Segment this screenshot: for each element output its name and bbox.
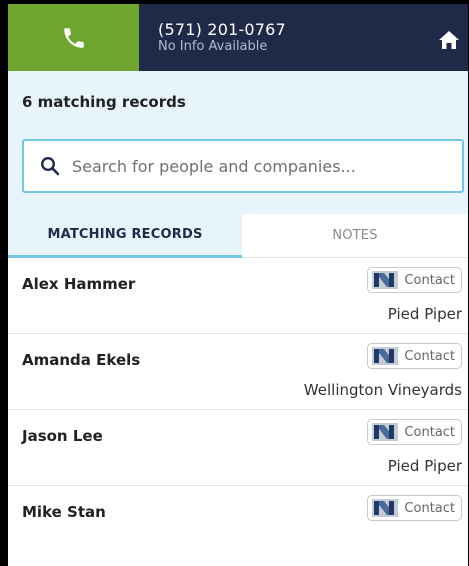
search-section: 6 matching records — [8, 71, 468, 214]
record-row[interactable]: Alex Hammer Contact Pied Piper — [8, 258, 468, 334]
phone-icon — [63, 27, 84, 48]
tab-notes[interactable]: NOTES — [242, 214, 468, 258]
nutshell-logo-icon — [372, 499, 399, 517]
record-name: Alex Hammer — [22, 275, 136, 293]
nutshell-logo-icon — [372, 423, 399, 441]
record-row[interactable]: Jason Lee Contact Pied Piper — [8, 410, 468, 486]
caller-info: No Info Available — [158, 39, 268, 54]
nutshell-logo-icon — [372, 347, 399, 365]
caller-number: (571) 201-0767 — [158, 20, 286, 39]
record-company: Pied Piper — [387, 305, 462, 323]
contact-badge-label: Contact — [404, 500, 455, 516]
contact-badge[interactable]: Contact — [367, 267, 462, 293]
contact-badge[interactable]: Contact — [367, 419, 462, 445]
header-bar: (571) 201-0767 No Info Available — [8, 4, 468, 71]
home-icon[interactable] — [438, 30, 460, 50]
contact-badge-label: Contact — [404, 348, 455, 364]
contact-badge[interactable]: Contact — [367, 343, 462, 369]
record-name: Mike Stan — [22, 503, 106, 521]
record-name: Jason Lee — [22, 427, 103, 445]
record-name: Amanda Ekels — [22, 351, 141, 369]
search-icon — [40, 156, 60, 176]
caller-details: (571) 201-0767 No Info Available — [158, 20, 286, 55]
contact-badge-label: Contact — [404, 424, 455, 440]
search-input[interactable] — [72, 141, 462, 191]
contact-badge[interactable]: Contact — [367, 495, 462, 521]
nutshell-logo-icon — [372, 271, 399, 289]
caller-panel: (571) 201-0767 No Info Available 6 match… — [8, 4, 468, 566]
record-row[interactable]: Mike Stan Contact — [8, 486, 468, 562]
record-company: Pied Piper — [387, 457, 462, 475]
record-row[interactable]: Amanda Ekels Contact Wellington Vineyard… — [8, 334, 468, 410]
match-count: 6 matching records — [22, 93, 186, 111]
tab-matching-records[interactable]: MATCHING RECORDS — [8, 214, 242, 258]
record-company: Wellington Vineyards — [303, 381, 462, 399]
call-button[interactable] — [8, 4, 139, 71]
records-list: Alex Hammer Contact Pied Piper Amanda Ek… — [8, 258, 468, 562]
tab-bar: MATCHING RECORDS NOTES — [8, 214, 468, 258]
contact-badge-label: Contact — [404, 272, 455, 288]
search-box[interactable] — [22, 139, 464, 193]
